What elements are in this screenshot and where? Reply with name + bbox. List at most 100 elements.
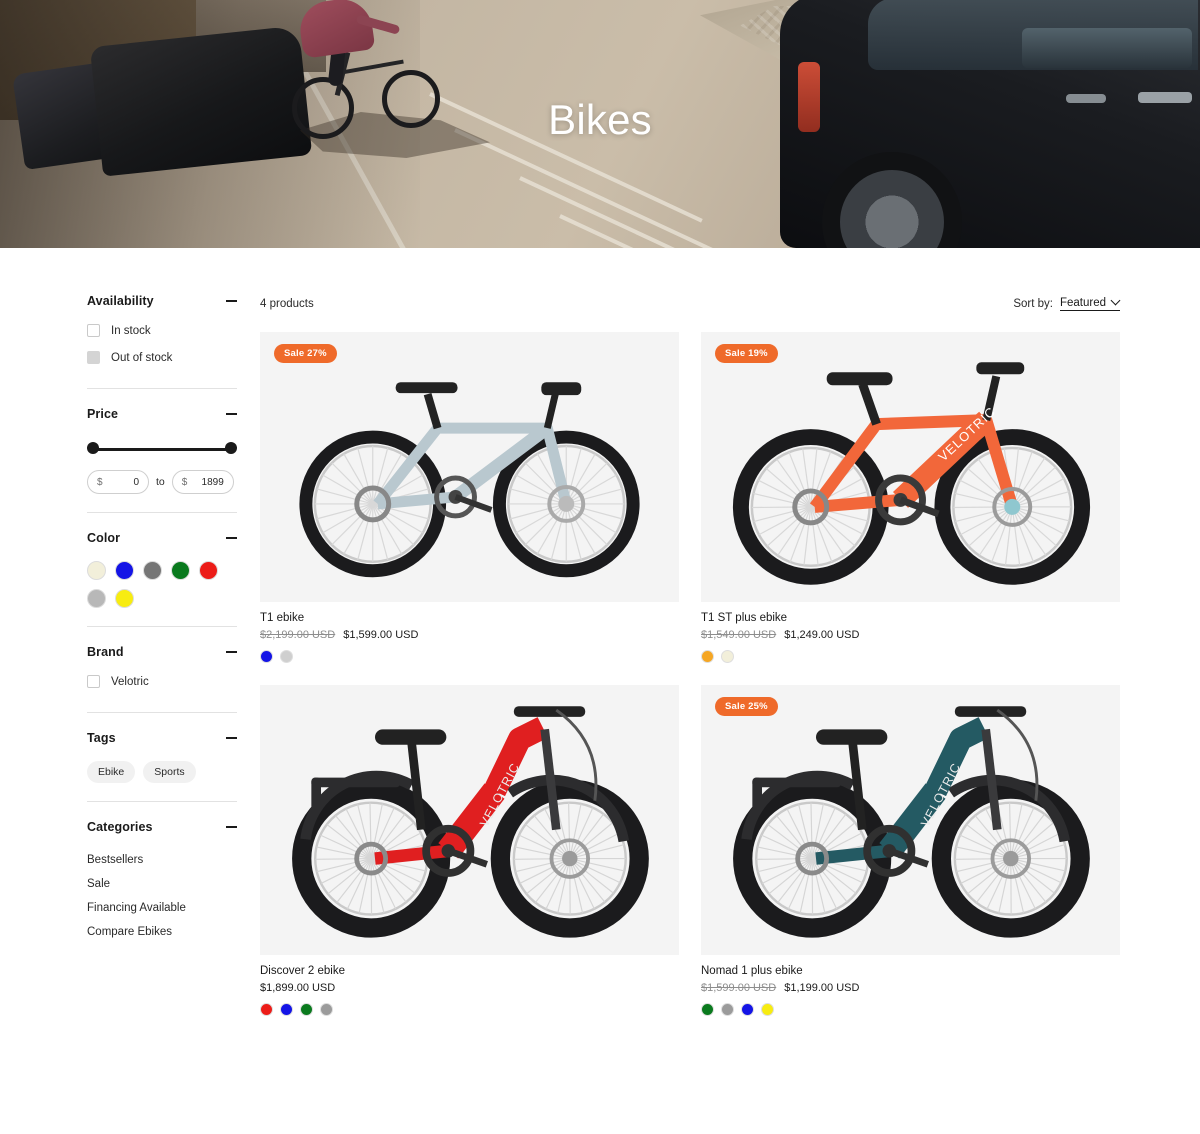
sort-dropdown[interactable]: Featured [1059,297,1120,311]
price-range-slider[interactable] [87,442,237,456]
checkbox-velotric[interactable] [87,675,100,688]
product-color-swatch-gray[interactable] [320,1003,333,1016]
product-color-swatch-red[interactable] [260,1003,273,1016]
product-image[interactable]: Sale 27% [260,332,679,602]
hero-banner: Bikes [0,0,1200,248]
product-color-swatch-blue[interactable] [741,1003,754,1016]
product-price-original: $1,549.00 USD [701,629,777,641]
filter-title: Brand [87,645,124,659]
minus-icon[interactable] [226,537,237,539]
filter-group-availability: Availability In stock Out of stock [87,294,237,364]
product-color-swatch-green[interactable] [701,1003,714,1016]
minus-icon[interactable] [226,737,237,739]
price-separator: to [156,476,165,488]
chevron-down-icon[interactable] [1112,299,1120,307]
tag-chip-ebike[interactable]: Ebike [87,761,136,783]
product-title[interactable]: T1 ebike [260,612,679,624]
filter-option-in-stock[interactable]: In stock [87,324,237,337]
color-swatch-red[interactable] [199,561,218,580]
product-image[interactable]: VELOTRIC Sale 19% [701,332,1120,602]
checkbox-in-stock[interactable] [87,324,100,337]
product-title[interactable]: T1 ST plus ebike [701,612,1120,624]
filter-option-label: Out of stock [111,351,173,364]
product-price-line: $1,599.00 USD $1,199.00 USD [701,982,1120,994]
product-price-original: $1,599.00 USD [701,982,777,994]
product-price-current: $1,599.00 USD [343,629,419,641]
filter-header-price[interactable]: Price [87,407,237,423]
product-card-nomad-1-plus-ebike[interactable]: VELOTRIC Sale 25% Nomad 1 plus ebike $1,59… [701,685,1120,1016]
minus-icon[interactable] [226,826,237,828]
product-color-swatch-gray[interactable] [721,1003,734,1016]
minus-icon[interactable] [226,300,237,302]
filter-group-brand: Brand Velotric [87,645,237,688]
category-item-financing-available[interactable]: Financing Available [87,896,237,920]
product-image[interactable]: VELOTRIC Sale 25% [701,685,1120,955]
tag-list: Ebike Sports [87,761,237,783]
color-swatch-blue[interactable] [115,561,134,580]
category-item-compare-ebikes[interactable]: Compare Ebikes [87,920,237,944]
slider-track [92,448,232,451]
product-card-t1-ebike[interactable]: Sale 27% T1 ebike $2,199.00 USD $1,599.00 U… [260,332,679,663]
listing-toolbar: 4 products Sort by: Featured [260,294,1120,314]
filter-option-velotric[interactable]: Velotric [87,675,237,688]
slider-handle-max[interactable] [225,442,237,454]
color-swatch-light-gray[interactable] [87,589,106,608]
checkbox-out-of-stock[interactable] [87,351,100,364]
filter-header-color[interactable]: Color [87,531,237,547]
filter-title: Color [87,531,121,545]
product-color-swatch-light-gray[interactable] [280,650,293,663]
product-color-options [260,1003,679,1016]
product-count: 4 products [260,298,314,310]
filter-option-out-of-stock[interactable]: Out of stock [87,351,237,364]
product-color-swatch-yellow[interactable] [761,1003,774,1016]
filter-header-tags[interactable]: Tags [87,731,237,747]
color-swatch-green[interactable] [171,561,190,580]
cyclist-body [296,0,376,59]
filter-title: Price [87,407,119,421]
color-swatch-beige[interactable] [87,561,106,580]
price-max-field[interactable]: $ 1899 [171,470,234,494]
category-item-bestsellers[interactable]: Bestsellers [87,848,237,872]
sort-control[interactable]: Sort by: Featured [1013,297,1120,311]
color-swatch-yellow[interactable] [115,589,134,608]
price-min-field[interactable]: $ 0 [87,470,149,494]
product-color-swatch-blue[interactable] [260,650,273,663]
product-color-swatch-orange[interactable] [701,650,714,663]
price-inputs: $ 0 to $ 1899 [87,470,237,494]
color-swatch-gray[interactable] [143,561,162,580]
product-color-swatch-blue[interactable] [280,1003,293,1016]
sale-badge: Sale 27% [274,344,337,363]
product-price-line: $2,199.00 USD $1,599.00 USD [260,629,679,641]
minus-icon[interactable] [226,651,237,653]
price-max-value: 1899 [201,476,224,488]
category-item-sale[interactable]: Sale [87,872,237,896]
minus-icon[interactable] [226,413,237,415]
filter-header-categories[interactable]: Categories [87,820,237,836]
product-title[interactable]: Nomad 1 plus ebike [701,965,1120,977]
product-listing: 4 products Sort by: Featured Sale 27% T1… [240,248,1200,1016]
product-price-current: $1,249.00 USD [784,629,860,641]
product-price-current: $1,199.00 USD [784,982,860,994]
product-card-t1-st-plus-ebike[interactable]: VELOTRIC Sale 19% T1 ST plus ebike $1,549.… [701,332,1120,663]
filter-header-availability[interactable]: Availability [87,294,237,310]
tag-chip-sports[interactable]: Sports [143,761,196,783]
slider-handle-min[interactable] [87,442,99,454]
page-title: Bikes [548,96,652,143]
product-price-original: $2,199.00 USD [260,629,336,641]
filter-group-color: Color [87,531,237,608]
product-color-swatch-green[interactable] [300,1003,313,1016]
product-color-swatch-cream[interactable] [721,650,734,663]
product-title[interactable]: Discover 2 ebike [260,965,679,977]
filter-header-brand[interactable]: Brand [87,645,237,661]
product-price-line: $1,549.00 USD $1,249.00 USD [701,629,1120,641]
product-image[interactable]: VELOTRIC [260,685,679,955]
foreground-car-window-rear [1022,28,1192,68]
product-card-discover-2-ebike[interactable]: VELOTRIC Discover 2 ebike $1,899.00 USD [260,685,679,1016]
